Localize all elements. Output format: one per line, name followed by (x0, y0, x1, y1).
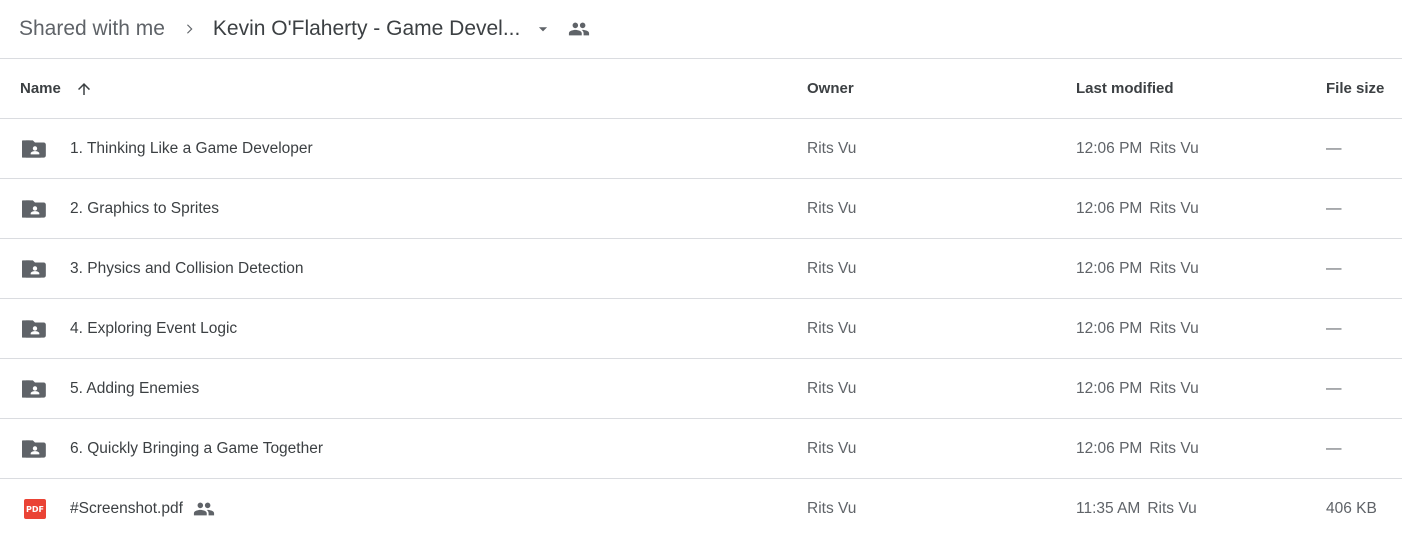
modified-time: 12:06 PM (1076, 439, 1143, 457)
table-row[interactable]: PDF #Screenshot.pdf Rits Vu 11:35 AM Rits… (0, 479, 1402, 539)
table-row[interactable]: 3. Physics and Collision Detection Rits … (0, 239, 1402, 299)
breadcrumb-shared-with-me[interactable]: Shared with me (19, 17, 165, 41)
shared-folder-icon (20, 134, 50, 164)
modified-time: 12:06 PM (1076, 199, 1143, 217)
owner: Rits Vu (807, 259, 857, 277)
modified-time: 12:06 PM (1076, 259, 1143, 277)
file-name: 5. Adding Enemies (70, 379, 200, 397)
column-header-file-size[interactable]: File size (1326, 80, 1384, 97)
shared-folder-icon (20, 194, 50, 224)
shared-folder-icon (20, 314, 50, 344)
file-name: 6. Quickly Bringing a Game Together (70, 439, 324, 457)
modified-by: Rits Vu (1147, 500, 1197, 517)
table-row[interactable]: 4. Exploring Event Logic Rits Vu 12:06 P… (0, 299, 1402, 359)
breadcrumb-current-folder[interactable]: Kevin O'Flaherty - Game Devel... (213, 17, 520, 41)
modified-by: Rits Vu (1149, 139, 1199, 157)
table-row[interactable]: 2. Graphics to Sprites Rits Vu 12:06 PM R… (0, 179, 1402, 239)
modified-by: Rits Vu (1149, 259, 1199, 277)
last-modified: 12:06 PM Rits Vu (1076, 320, 1199, 338)
caret-down-icon[interactable] (536, 22, 550, 36)
shared-folder-icon (20, 374, 50, 404)
modified-by: Rits Vu (1149, 199, 1199, 217)
column-header-owner[interactable]: Owner (807, 80, 854, 97)
column-header-name[interactable]: Name (20, 80, 61, 97)
owner: Rits Vu (807, 439, 857, 457)
modified-time: 12:06 PM (1076, 139, 1143, 157)
people-icon[interactable] (568, 18, 590, 40)
file-name: 4. Exploring Event Logic (70, 319, 238, 337)
modified-time: 12:06 PM (1076, 319, 1143, 337)
shared-folder-icon (20, 254, 50, 284)
file-name: 1. Thinking Like a Game Developer (70, 139, 313, 157)
breadcrumb-bar: Shared with me Kevin O'Flaherty - Game D… (0, 0, 1402, 59)
last-modified: 11:35 AM Rits Vu (1076, 500, 1197, 518)
chevron-right-icon (182, 22, 196, 36)
file-name: 3. Physics and Collision Detection (70, 259, 304, 277)
file-size: — (1326, 319, 1342, 337)
owner: Rits Vu (807, 139, 857, 157)
pdf-icon: PDF (20, 494, 50, 524)
modified-by: Rits Vu (1149, 319, 1199, 337)
file-size: — (1326, 139, 1342, 157)
arrow-up-icon[interactable] (75, 80, 93, 98)
owner: Rits Vu (807, 319, 857, 337)
modified-by: Rits Vu (1149, 439, 1199, 457)
modified-by: Rits Vu (1149, 379, 1199, 397)
file-size: — (1326, 379, 1342, 397)
file-size: — (1326, 259, 1342, 277)
table-row[interactable]: 1. Thinking Like a Game Developer Rits V… (0, 119, 1402, 179)
file-size: 406 KB (1326, 500, 1377, 517)
last-modified: 12:06 PM Rits Vu (1076, 200, 1199, 218)
modified-time: 12:06 PM (1076, 379, 1143, 397)
table-row[interactable]: 5. Adding Enemies Rits Vu 12:06 PM Rits V… (0, 359, 1402, 419)
file-size: — (1326, 439, 1342, 457)
shared-folder-icon (20, 434, 50, 464)
pdf-badge: PDF (24, 499, 46, 519)
people-icon (193, 498, 215, 520)
owner: Rits Vu (807, 500, 857, 517)
last-modified: 12:06 PM Rits Vu (1076, 260, 1199, 278)
owner: Rits Vu (807, 379, 857, 397)
file-size: — (1326, 199, 1342, 217)
last-modified: 12:06 PM Rits Vu (1076, 440, 1199, 458)
file-list: Name Owner Last modified File size 1. Th… (0, 59, 1402, 539)
table-row[interactable]: 6. Quickly Bringing a Game Together Rits… (0, 419, 1402, 479)
owner: Rits Vu (807, 199, 857, 217)
file-name: #Screenshot.pdf (70, 500, 183, 517)
last-modified: 12:06 PM Rits Vu (1076, 140, 1199, 158)
last-modified: 12:06 PM Rits Vu (1076, 380, 1199, 398)
file-name: 2. Graphics to Sprites (70, 199, 220, 217)
modified-time: 11:35 AM (1076, 500, 1141, 517)
column-header-last-modified[interactable]: Last modified (1076, 80, 1174, 97)
column-header-row: Name Owner Last modified File size (0, 59, 1402, 119)
